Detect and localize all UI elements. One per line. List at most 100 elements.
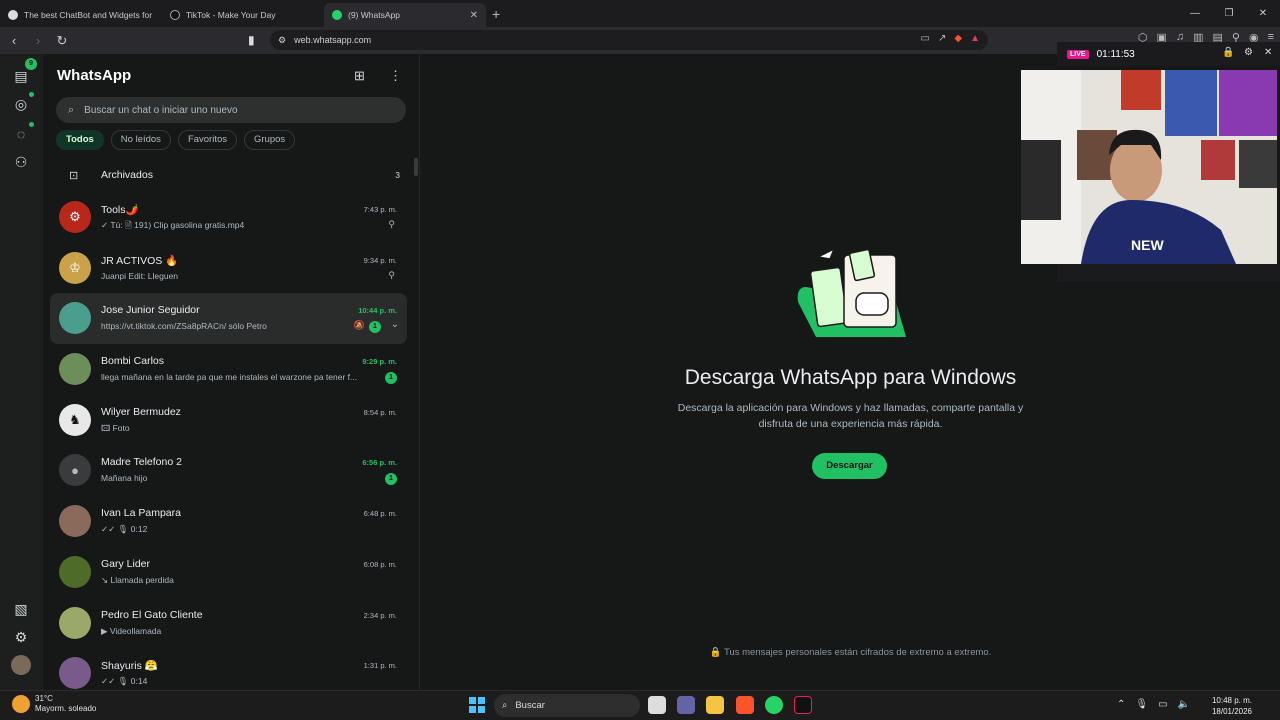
settings-icon[interactable]: ⚙ <box>11 627 31 647</box>
chat-row[interactable]: Ivan La Pampara ✓✓ 🎙 0:12 6:48 p. m. <box>50 496 407 547</box>
unread-badge: 1 <box>385 372 397 385</box>
tiktok-icon <box>170 10 180 20</box>
whatsapp-icon[interactable] <box>765 696 783 714</box>
chat-list-panel: WhatsApp ⊞ ⋮ ⌕ Todos No leídos Favoritos… <box>43 54 420 690</box>
avatar: ♔ <box>59 251 91 284</box>
brave-rewards-icon[interactable]: ▲ <box>970 33 980 44</box>
intro-subtitle: Descarga la aplicación para Windows y ha… <box>677 402 1024 430</box>
chat-name: Bombi Carlos <box>101 355 165 368</box>
chat-row[interactable]: ● Madre Telefono 2 Mañana hijo 6:56 p. m… <box>50 445 407 496</box>
avatar <box>59 555 91 588</box>
back-icon[interactable]: ‹ <box>4 33 24 48</box>
file-explorer-icon[interactable] <box>706 696 724 714</box>
chat-name: Madre Telefono 2 <box>101 456 182 469</box>
filter-todos[interactable]: Todos <box>56 130 104 150</box>
bookmark-icon[interactable]: ▮ <box>248 33 255 47</box>
clock[interactable]: 10:48 p. m. 18/01/2026 <box>1212 695 1252 717</box>
filter-favoritos[interactable]: Favoritos <box>177 130 238 150</box>
chat-preview: ✓✓ 🎙 0:12 <box>101 524 148 535</box>
chat-time: 9:34 p. m. <box>363 255 397 265</box>
chevron-down-icon[interactable]: ⌄ <box>391 319 399 330</box>
task-view-icon[interactable] <box>648 696 666 714</box>
url-text: web.whatsapp.com <box>294 35 372 45</box>
chat-row[interactable]: ♔ JR ACTIVOS 🔥 Juanpi Edit: Lleguen 9:34… <box>50 243 407 294</box>
tiktok-icon[interactable] <box>794 696 812 714</box>
chat-time: 6:56 p. m. <box>362 458 397 468</box>
tab-whatsapp[interactable]: (9) WhatsApp ✕ <box>324 3 486 27</box>
address-bar[interactable]: ⚙ web.whatsapp.com ▭ ↗ ◆ ▲ <box>270 30 988 50</box>
forward-icon[interactable]: › <box>28 33 48 48</box>
archived-row[interactable]: ⊡ Archivados 3 <box>43 158 414 192</box>
chat-preview: https://vt.tiktok.com/ZSa8pRACn/ sólo Pe… <box>101 321 267 332</box>
status-icon[interactable]: ◎ <box>11 94 31 114</box>
browser-tab-strip: The best ChatBot and Widgets for Ki TikT… <box>0 0 1280 27</box>
lock-icon: 🔒 <box>709 647 722 658</box>
chat-row[interactable]: Shayuris 😤 ✓✓ 🎙 0:14 1:31 p. m. <box>50 648 407 690</box>
scrollbar[interactable] <box>414 158 418 176</box>
share-icon[interactable]: ↗ <box>938 33 946 44</box>
chat-preview: ✓ Tú: 🗎 191) Clip gasolina gratis.mp4 <box>101 220 245 230</box>
media-icon[interactable]: ▧ <box>11 599 31 619</box>
start-button[interactable] <box>469 697 485 713</box>
close-tab-icon[interactable]: ✕ <box>470 10 478 21</box>
cast-icon[interactable]: ▭ <box>921 33 930 44</box>
chat-row[interactable]: ♞ Wilyer Bermudez 🖾 Foto 8:54 p. m. <box>50 395 407 446</box>
webcam-frame-icon: NEW <box>1021 70 1277 264</box>
network-icon[interactable]: ▭ <box>1158 699 1167 710</box>
chat-name: JR ACTIVOS 🔥 <box>101 254 179 267</box>
weather-icon <box>12 695 30 713</box>
tab-chatbot[interactable]: The best ChatBot and Widgets for Ki <box>0 3 162 27</box>
restore-icon[interactable]: ❐ <box>1212 0 1246 27</box>
weather-widget[interactable]: 31°C Mayorm. soleado <box>12 694 96 714</box>
filter-no-leidos[interactable]: No leídos <box>110 130 171 150</box>
reload-icon[interactable]: ↻ <box>52 33 72 49</box>
close-window-icon[interactable]: ✕ <box>1246 0 1280 27</box>
avatar <box>59 606 91 639</box>
new-tab-button[interactable]: + <box>492 3 500 27</box>
muted-icon: 🔕 <box>353 320 365 331</box>
search-box: ⌕ <box>56 97 406 123</box>
chat-row[interactable]: Gary Lider ↘ Llamada perdida 6:08 p. m. <box>50 547 407 598</box>
download-button[interactable]: Descargar <box>812 453 887 479</box>
lock-icon[interactable]: 🔒 <box>1222 47 1234 58</box>
unread-badge: 1 <box>385 473 397 486</box>
chat-row[interactable]: Pedro El Gato Cliente ▶ Videollamada 2:3… <box>50 598 407 649</box>
teams-icon[interactable] <box>677 696 695 714</box>
filter-grupos[interactable]: Grupos <box>244 130 296 150</box>
chat-time: 8:54 p. m. <box>363 407 397 417</box>
minimize-icon[interactable]: — <box>1178 0 1212 27</box>
chat-list: ⊡ Archivados 3 ⚙ Tools🌶️ ✓ Tú: 🗎 191) Cl… <box>43 158 414 690</box>
chat-preview: Juanpi Edit: Lleguen <box>101 270 179 281</box>
search-input[interactable] <box>84 104 385 116</box>
pin-icon: ⚲ <box>388 219 395 229</box>
menu-icon[interactable]: ⋮ <box>389 68 402 84</box>
archived-label: Archivados <box>101 169 153 181</box>
chat-preview: ↘ Llamada perdida <box>101 574 174 585</box>
temperature: 31°C <box>35 694 53 703</box>
microphone-icon[interactable]: 🎙 <box>1135 699 1148 710</box>
taskbar-search[interactable]: ⌕ Buscar <box>494 694 640 717</box>
tab-title: The best ChatBot and Widgets for Ki <box>24 10 154 20</box>
new-chat-icon[interactable]: ⊞ <box>354 68 365 84</box>
site-info-icon[interactable]: ⚙ <box>278 35 286 46</box>
brave-shield-icon[interactable]: ◆ <box>954 33 962 44</box>
communities-icon[interactable]: ⚇ <box>11 152 31 172</box>
download-illustration-icon <box>797 247 906 337</box>
avatar <box>59 353 91 386</box>
volume-icon[interactable]: 🔈 <box>1178 699 1190 710</box>
tab-tiktok[interactable]: TikTok - Make Your Day <box>162 3 324 27</box>
chat-row[interactable]: ⚙ Tools🌶️ ✓ Tú: 🗎 191) Clip gasolina gra… <box>50 192 407 243</box>
close-icon[interactable]: ✕ <box>1264 47 1272 58</box>
chat-row[interactable]: Bombi Carlos llega mañana en la tarde pa… <box>50 344 407 395</box>
channels-icon[interactable]: ◌ <box>11 124 31 144</box>
brave-icon[interactable] <box>736 696 754 714</box>
search-icon: ⌕ <box>68 103 75 116</box>
chat-name: Jose Junior Seguidor <box>101 304 200 317</box>
avatar <box>59 302 91 335</box>
chevron-up-icon[interactable]: ⌃ <box>1117 699 1125 710</box>
chat-row[interactable]: Jose Junior Seguidor https://vt.tiktok.c… <box>50 293 407 345</box>
archive-icon: ⊡ <box>69 169 79 182</box>
profile-avatar[interactable] <box>11 655 31 675</box>
channels-dot <box>29 122 34 127</box>
settings-icon[interactable]: ⚙ <box>1244 47 1253 58</box>
